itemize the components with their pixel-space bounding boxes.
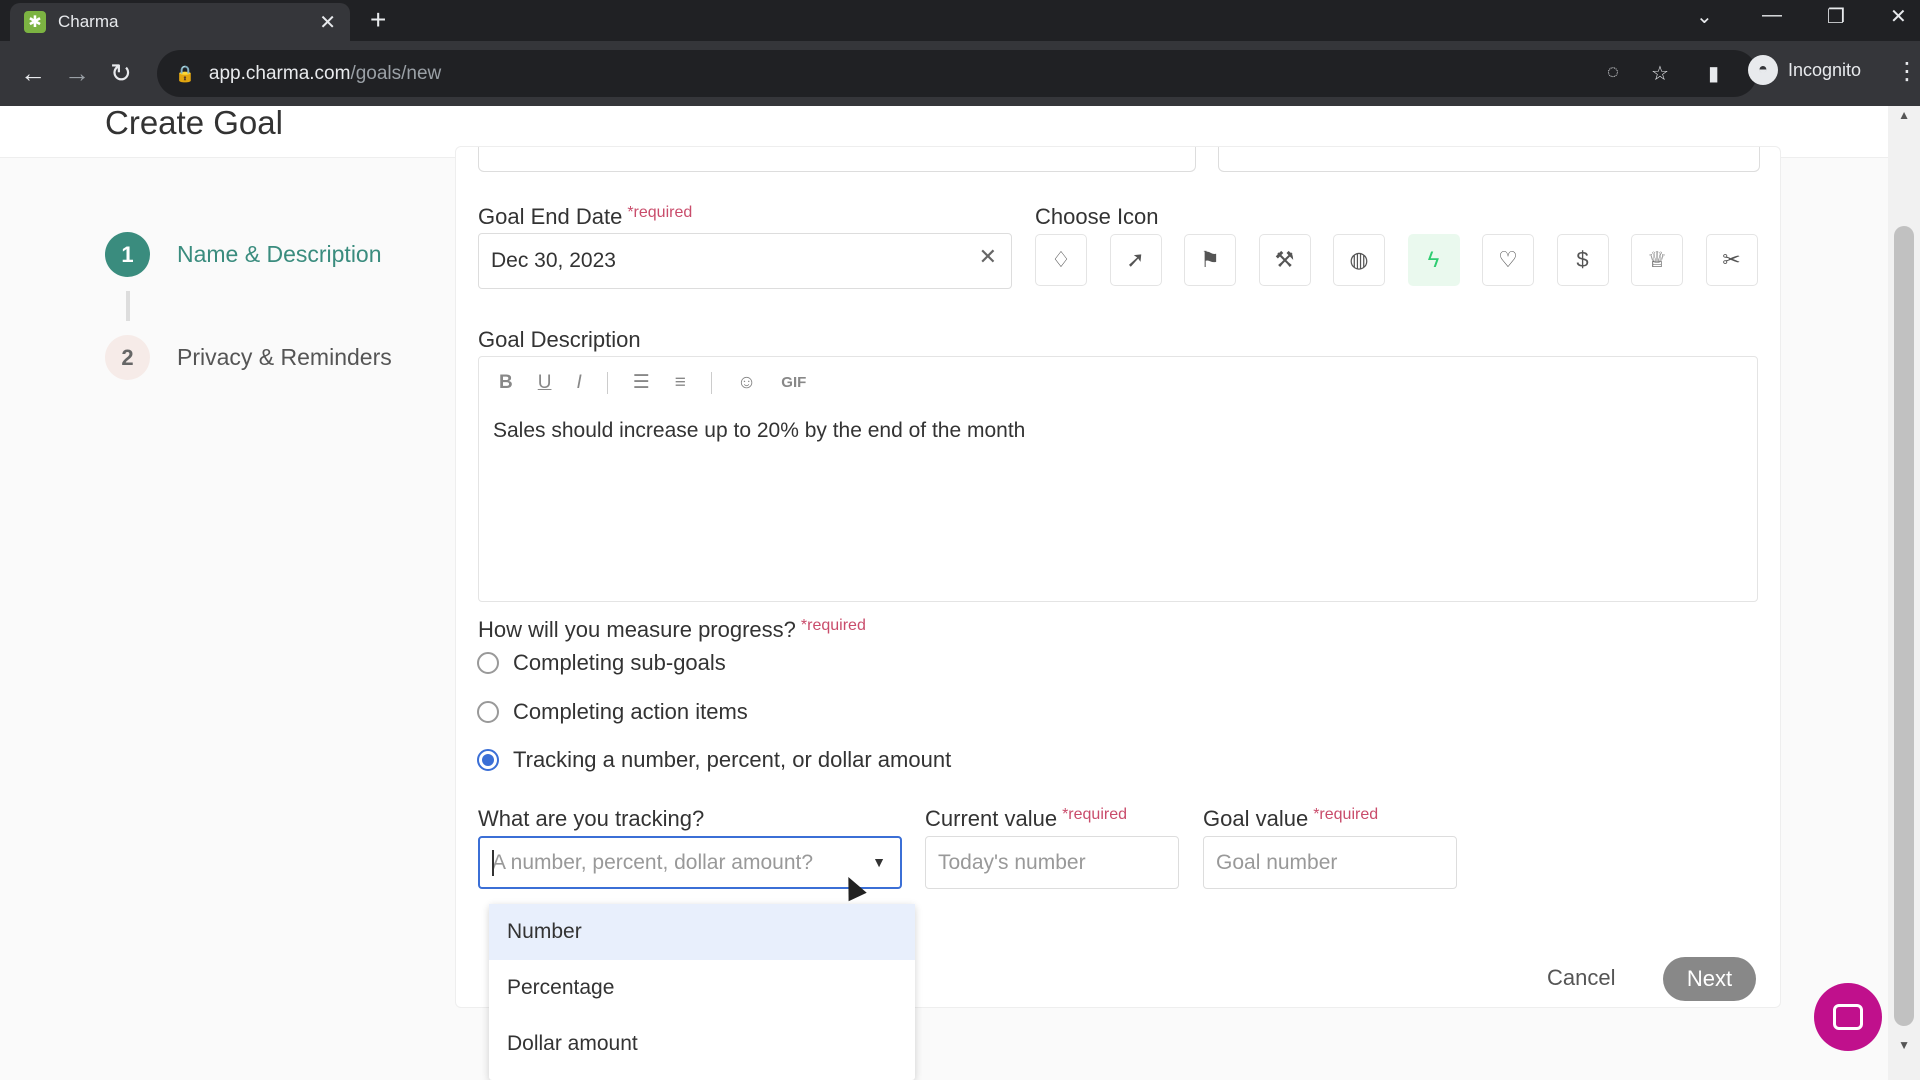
charma-favicon-icon: ✱ bbox=[24, 11, 46, 33]
minimize-icon[interactable]: — bbox=[1762, 4, 1782, 27]
address-bar[interactable]: 🔒 app.charma.com/goals/new bbox=[157, 50, 1757, 97]
profile-label: Incognito bbox=[1788, 59, 1862, 80]
underline-icon[interactable]: U bbox=[538, 372, 552, 394]
choose-icon-label: Choose Icon bbox=[1035, 204, 1159, 229]
toolbar-divider bbox=[710, 371, 712, 394]
scroll-up-icon[interactable]: ▲ bbox=[1898, 108, 1910, 122]
goal-value-input[interactable]: Goal number bbox=[1203, 836, 1457, 889]
end-date-input[interactable]: Dec 30, 2023 ✕ bbox=[478, 233, 1012, 289]
browser-menu-icon[interactable]: ⋮ bbox=[1895, 57, 1919, 86]
radio-label: Completing sub-goals bbox=[513, 650, 726, 675]
incognito-icon: ◓ bbox=[1748, 55, 1778, 85]
toolbar-divider bbox=[606, 371, 608, 394]
tab-title: Charma bbox=[58, 12, 119, 31]
step-label: Privacy & Reminders bbox=[177, 344, 392, 370]
scrollbar[interactable]: ▲ ▼ bbox=[1888, 106, 1920, 1080]
diamond-icon[interactable]: ♢ bbox=[1035, 234, 1087, 286]
chat-icon bbox=[1833, 1004, 1863, 1030]
browser-tab[interactable]: ✱ Charma ✕ bbox=[10, 3, 350, 41]
description-editor[interactable]: B U I ☰ ≡ ☺ GIF Sales should increase up… bbox=[478, 356, 1758, 602]
apple-icon[interactable]: ◍ bbox=[1333, 234, 1385, 286]
italic-icon[interactable]: I bbox=[576, 372, 581, 394]
option-dollar-amount[interactable]: Dollar amount bbox=[489, 1016, 915, 1072]
scroll-thumb[interactable] bbox=[1894, 226, 1914, 1026]
scroll-down-icon[interactable]: ▼ bbox=[1898, 1038, 1910, 1052]
end-date-value: Dec 30, 2023 bbox=[491, 249, 616, 272]
current-value-label: Current value *required bbox=[925, 806, 1128, 831]
description-text: Sales should increase up to 20% by the e… bbox=[493, 419, 1026, 442]
radio-action-items[interactable]: Completing action items bbox=[477, 699, 748, 725]
end-date-label: Goal End Date *required bbox=[478, 204, 693, 229]
radio-button[interactable] bbox=[477, 701, 499, 723]
step-privacy-reminders[interactable]: 2 Privacy & Reminders bbox=[105, 335, 392, 380]
dropdown-arrow-icon[interactable]: ▼ bbox=[872, 854, 886, 870]
tracking-label: What are you tracking? bbox=[478, 806, 705, 831]
rocket-icon[interactable]: ➚ bbox=[1109, 234, 1162, 286]
stepper: 1 Name & Description 2 Privacy & Reminde… bbox=[105, 232, 392, 380]
step-connector bbox=[126, 291, 130, 321]
radio-tracking-number[interactable]: Tracking a number, percent, or dollar am… bbox=[477, 747, 951, 773]
previous-field-bottom bbox=[478, 147, 1196, 172]
trophy-icon[interactable]: ♕ bbox=[1631, 234, 1683, 286]
radio-label: Completing action items bbox=[513, 699, 748, 724]
radio-sub-goals[interactable]: Completing sub-goals bbox=[477, 650, 726, 676]
browser-tabbar: ✱ Charma ✕ + ⌄ — ❐ ✕ bbox=[0, 0, 1920, 41]
lock-icon: 🔒 bbox=[175, 65, 195, 83]
gif-icon[interactable]: GIF bbox=[781, 374, 806, 391]
new-tab-icon[interactable]: + bbox=[370, 4, 386, 36]
bolt-icon[interactable]: ϟ bbox=[1407, 234, 1460, 286]
current-value-placeholder: Today's number bbox=[938, 850, 1086, 874]
window-close-icon[interactable]: ✕ bbox=[1890, 4, 1907, 29]
browser-toolbar: ← → ↻ 🔒 app.charma.com/goals/new ◌ ☆ ▮ ◓… bbox=[0, 41, 1920, 106]
option-number[interactable]: Number bbox=[489, 904, 915, 960]
profile-button[interactable]: ◓ Incognito bbox=[1748, 55, 1861, 85]
tab-search-icon[interactable]: ⌄ bbox=[1696, 4, 1713, 29]
cancel-button[interactable]: Cancel bbox=[1547, 965, 1615, 991]
dollar-icon[interactable]: $ bbox=[1556, 234, 1609, 286]
goal-value-label: Goal value *required bbox=[1203, 806, 1379, 831]
tab-close-icon[interactable]: ✕ bbox=[319, 10, 336, 35]
editor-toolbar: B U I ☰ ≡ ☺ GIF bbox=[499, 371, 831, 394]
radio-button[interactable] bbox=[477, 652, 499, 674]
reload-icon[interactable]: ↻ bbox=[110, 58, 132, 89]
radio-button[interactable] bbox=[477, 749, 499, 771]
numbered-list-icon[interactable]: ≡ bbox=[675, 372, 686, 394]
forward-icon[interactable]: → bbox=[64, 58, 90, 89]
heart-icon[interactable]: ♡ bbox=[1482, 234, 1534, 286]
hammer-icon[interactable]: ⚒ bbox=[1258, 234, 1311, 286]
option-percentage[interactable]: Percentage bbox=[489, 960, 915, 1016]
next-button[interactable]: Next bbox=[1663, 957, 1756, 1001]
side-panel-icon[interactable]: ▮ bbox=[1708, 61, 1719, 86]
current-value-input[interactable]: Today's number bbox=[925, 836, 1179, 889]
tracking-placeholder: A number, percent, dollar amount? bbox=[492, 850, 814, 874]
restore-icon[interactable]: ❐ bbox=[1827, 4, 1845, 29]
url-text: app.charma.com/goals/new bbox=[208, 62, 442, 84]
icon-picker: ♢ ➚ ⚑ ⚒ ◍ ϟ ♡ $ ♕ ✂ bbox=[1035, 234, 1758, 286]
chat-launcher-button[interactable] bbox=[1814, 983, 1882, 1051]
flag-icon[interactable]: ⚑ bbox=[1184, 234, 1236, 286]
bullet-list-icon[interactable]: ☰ bbox=[633, 371, 650, 394]
step-name-description[interactable]: 1 Name & Description bbox=[105, 232, 392, 277]
step-number: 2 bbox=[105, 335, 150, 380]
description-label: Goal Description bbox=[478, 327, 641, 352]
page-title: Create Goal bbox=[105, 104, 283, 141]
tracking-dropdown: Number Percentage Dollar amount bbox=[489, 904, 915, 1080]
text-caret bbox=[492, 850, 494, 876]
clear-date-icon[interactable]: ✕ bbox=[979, 244, 997, 270]
previous-field-bottom bbox=[1218, 147, 1760, 172]
scissors-icon[interactable]: ✂ bbox=[1705, 234, 1758, 286]
eye-off-icon[interactable]: ◌ bbox=[1607, 61, 1619, 84]
measure-label: How will you measure progress? *required bbox=[478, 617, 866, 642]
back-icon[interactable]: ← bbox=[20, 58, 46, 89]
bold-icon[interactable]: B bbox=[499, 372, 513, 394]
radio-label: Tracking a number, percent, or dollar am… bbox=[513, 747, 952, 772]
emoji-icon[interactable]: ☺ bbox=[737, 372, 756, 394]
step-number: 1 bbox=[105, 232, 150, 277]
goal-value-placeholder: Goal number bbox=[1216, 850, 1338, 874]
star-icon[interactable]: ☆ bbox=[1651, 61, 1669, 86]
step-label: Name & Description bbox=[177, 241, 382, 267]
